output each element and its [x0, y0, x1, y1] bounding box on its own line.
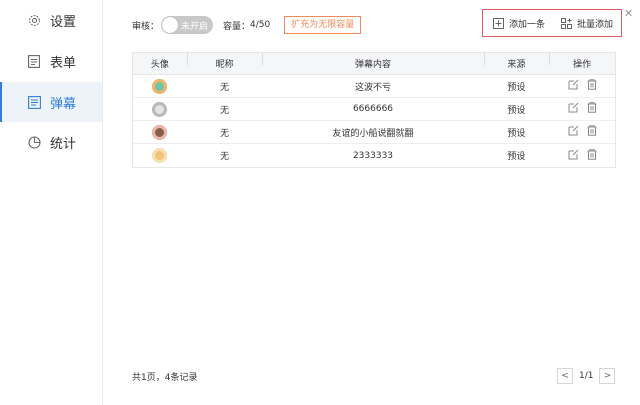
source-cell: 预设 — [507, 105, 526, 116]
sidebar-item-statistics[interactable]: 统计 — [0, 122, 102, 162]
pagination: < 1/1 > — [557, 368, 616, 384]
capacity-label: 容量： — [223, 21, 251, 32]
delete-icon[interactable] — [587, 79, 597, 90]
toggle-knob — [162, 17, 179, 33]
edit-icon[interactable] — [568, 79, 579, 90]
prev-page-button[interactable]: < — [557, 368, 573, 384]
nickname-cell: 无 — [220, 128, 230, 139]
content-cell: 友谊的小船说翻就翻 — [332, 128, 414, 139]
batch-add-icon — [561, 17, 573, 29]
plus-square-icon — [493, 17, 504, 29]
table-row: 无 这波不亏 预设 — [133, 75, 615, 98]
delete-icon[interactable] — [587, 148, 597, 160]
avatar — [152, 124, 168, 140]
table-row: 无 友谊的小船说翻就翻 预设 — [133, 121, 615, 144]
source-cell: 预设 — [507, 152, 526, 162]
sidebar-item-label: 弹幕 — [50, 96, 77, 112]
capacity-value: 4/50 — [250, 20, 271, 30]
sidebar-item-settings[interactable]: 设置 — [0, 0, 102, 40]
app: 设置 表单 弹幕 统计 审核： 未开启 容量： 4/50 扩充为无限容量 添加一… — [0, 0, 640, 405]
close-icon[interactable]: ✕ — [624, 8, 634, 19]
avatar — [152, 148, 168, 163]
table-row: 无 2333333 预设 — [133, 144, 615, 167]
sidebar-item-label: 表单 — [50, 55, 77, 71]
nickname-cell: 无 — [220, 152, 230, 162]
header-avatar: 头像 — [150, 60, 169, 70]
source-cell: 预设 — [507, 128, 526, 139]
batch-add-button[interactable]: 批量添加 — [561, 17, 613, 30]
toggle-text: 未开启 — [181, 22, 209, 32]
page-indicator: 1/1 — [579, 371, 594, 381]
delete-icon[interactable] — [587, 102, 597, 113]
toolbar: 审核： 未开启 容量： 4/50 扩充为无限容量 — [132, 14, 362, 36]
form-icon — [27, 54, 41, 68]
danmaku-icon — [27, 95, 41, 109]
source-cell: 预设 — [507, 82, 526, 93]
table-header: 头像 昵称 弹幕内容 来源 操作 — [133, 53, 615, 75]
sidebar-item-label: 设置 — [50, 14, 77, 30]
header-nickname: 昵称 — [186, 53, 263, 70]
expand-capacity-button[interactable]: 扩充为无限容量 — [284, 16, 362, 34]
avatar — [152, 78, 168, 94]
nickname-cell: 无 — [220, 82, 230, 93]
content-cell: 6666666 — [352, 104, 394, 114]
header-content: 弹幕内容 — [262, 53, 483, 70]
sidebar-item-label: 统计 — [50, 136, 77, 152]
avatar — [152, 101, 168, 117]
batch-add-label: 批量添加 — [577, 19, 614, 30]
delete-icon[interactable] — [587, 125, 597, 136]
next-page-button[interactable]: > — [599, 368, 616, 384]
pagination-summary: 共1页，4条记录 — [132, 373, 198, 383]
nickname-cell: 无 — [220, 105, 230, 116]
add-one-label: 添加一条 — [509, 19, 546, 30]
edit-icon[interactable] — [568, 125, 579, 136]
review-toggle[interactable]: 未开启 — [161, 16, 214, 34]
add-one-button[interactable]: 添加一条 — [493, 17, 545, 30]
danmaku-table: 头像 昵称 弹幕内容 来源 操作 无 这波不亏 预设 无 6666666 预设 — [132, 52, 616, 168]
header-source: 来源 — [483, 53, 550, 70]
header-actions: 操作 — [549, 53, 615, 70]
sidebar: 设置 表单 弹幕 统计 — [0, 0, 103, 405]
content-cell: 这波不亏 — [355, 82, 392, 93]
review-label: 审核： — [132, 21, 160, 32]
add-actions: 添加一条 批量添加 — [482, 9, 622, 37]
gear-icon — [27, 13, 41, 27]
table-row: 无 6666666 预设 — [133, 98, 615, 121]
content-cell: 2333333 — [352, 150, 394, 161]
pie-chart-icon — [27, 135, 41, 149]
edit-icon[interactable] — [568, 102, 579, 113]
sidebar-item-form[interactable]: 表单 — [0, 41, 102, 81]
edit-icon[interactable] — [568, 149, 579, 160]
sidebar-item-danmaku[interactable]: 弹幕 — [0, 82, 102, 122]
